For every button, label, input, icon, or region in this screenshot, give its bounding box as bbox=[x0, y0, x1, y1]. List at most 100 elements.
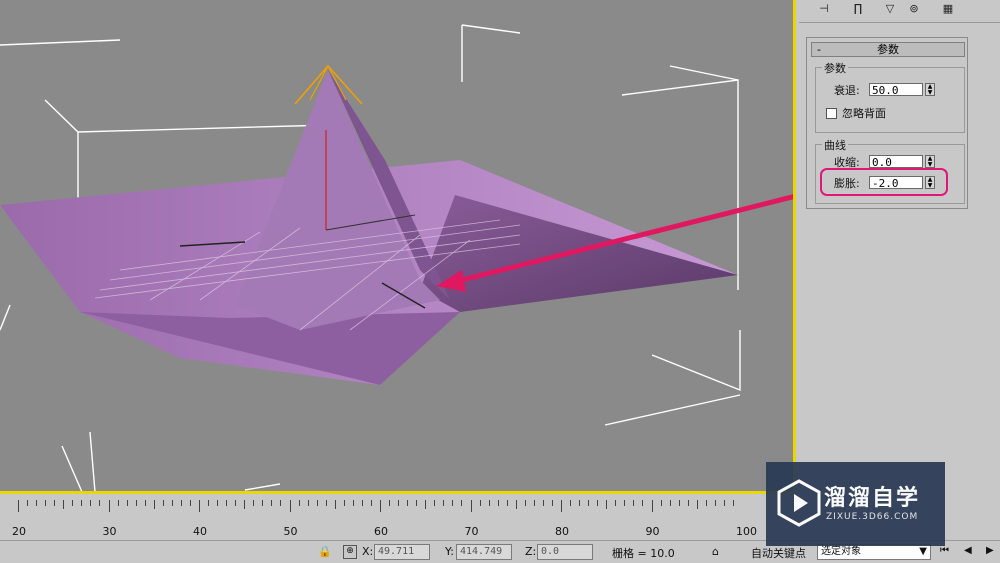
funnel-icon[interactable]: ▽ bbox=[881, 1, 899, 17]
ruler-tick bbox=[262, 500, 264, 506]
ruler-tick bbox=[669, 500, 671, 506]
ruler-tick bbox=[497, 500, 499, 506]
modifier-stack-icon[interactable]: ∏ bbox=[849, 1, 867, 17]
play-icon[interactable]: ▶ bbox=[986, 545, 994, 556]
selection-value: 选定对象 bbox=[821, 546, 861, 557]
ruler-tick bbox=[642, 500, 644, 506]
absolute-mode-icon[interactable]: ⊕ bbox=[343, 545, 357, 559]
ruler-tick bbox=[235, 500, 237, 506]
watermark: 溜溜自学 ZIXUE.3D66.COM bbox=[766, 462, 945, 546]
ruler-tick bbox=[434, 500, 436, 506]
ruler-tick bbox=[660, 500, 662, 506]
falloff-label: 衰退: bbox=[834, 84, 860, 97]
ruler-tick bbox=[542, 500, 544, 506]
ruler-label: 80 bbox=[555, 525, 569, 538]
ruler-label: 100 bbox=[736, 525, 757, 538]
ruler-tick bbox=[588, 500, 590, 506]
params-group-label: 参数 bbox=[822, 60, 848, 76]
ruler-tick bbox=[36, 500, 38, 506]
auto-key-button[interactable]: 自动关键点 bbox=[751, 545, 806, 561]
ruler-tick bbox=[389, 500, 391, 506]
ruler-label: 30 bbox=[102, 525, 117, 538]
command-panel: ⊣ ∏ ▽ ⊚ ▦ - 参数 参数 衰退: 50.0 ▲ ▼ 忽略背面 曲线 收缩… bbox=[799, 0, 1000, 538]
ruler-tick bbox=[533, 500, 535, 506]
ruler-tick bbox=[217, 500, 219, 506]
ruler-tick bbox=[171, 500, 173, 506]
ruler-tick bbox=[705, 500, 707, 506]
ruler-tick bbox=[334, 500, 336, 509]
ruler-tick bbox=[63, 500, 65, 509]
key-mode-icon[interactable]: ⌂ bbox=[712, 545, 719, 558]
ruler-tick bbox=[515, 500, 517, 509]
ruler-label: 70 bbox=[464, 525, 479, 538]
ruler-label: 20 bbox=[12, 525, 26, 538]
ignore-backface-label: 忽略背面 bbox=[842, 107, 886, 120]
pinch-spinner[interactable]: ▲ ▼ bbox=[925, 155, 935, 168]
ruler-label: 50 bbox=[283, 525, 298, 538]
watermark-title: 溜溜自学 bbox=[824, 486, 921, 511]
ruler-label: 60 bbox=[374, 525, 388, 538]
ruler-tick bbox=[723, 500, 725, 506]
pin-icon[interactable]: ⊣ bbox=[815, 1, 833, 17]
ruler-tick bbox=[597, 500, 599, 506]
ruler-tick bbox=[271, 500, 273, 506]
ruler-tick bbox=[633, 500, 635, 506]
ruler-tick bbox=[398, 500, 400, 506]
ruler-tick bbox=[352, 500, 354, 506]
ignore-backface-checkbox[interactable] bbox=[826, 108, 837, 119]
y-field[interactable]: 414.749 bbox=[456, 544, 512, 560]
ruler-tick bbox=[452, 500, 454, 506]
selection-dropdown[interactable]: 选定对象 ▼ bbox=[817, 544, 931, 560]
ruler-tick bbox=[732, 500, 734, 506]
ruler-tick bbox=[479, 500, 481, 506]
ruler-tick bbox=[144, 500, 146, 506]
ruler-tick bbox=[72, 500, 74, 506]
ruler-tick bbox=[615, 500, 617, 506]
ruler-tick bbox=[696, 500, 698, 509]
ruler-tick bbox=[108, 500, 110, 512]
ruler-tick bbox=[298, 500, 300, 506]
ruler-tick bbox=[443, 500, 445, 506]
ruler-tick bbox=[18, 500, 19, 512]
ruler-tick bbox=[606, 500, 608, 509]
falloff-spinner[interactable]: ▲ ▼ bbox=[925, 83, 935, 96]
ruler-tick bbox=[126, 500, 128, 506]
ruler-tick bbox=[407, 500, 409, 506]
prev-frame-icon[interactable]: ◀ bbox=[964, 545, 972, 556]
pinch-field[interactable]: 0.0 bbox=[869, 155, 923, 169]
ruler-tick bbox=[416, 500, 418, 506]
delete-icon[interactable]: ⊚ bbox=[905, 1, 923, 17]
ruler-tick bbox=[280, 500, 282, 506]
watermark-subtitle: ZIXUE.3D66.COM bbox=[826, 512, 919, 522]
ruler-tick bbox=[624, 500, 626, 506]
z-field[interactable]: 0.0 bbox=[537, 544, 593, 560]
ruler-tick bbox=[99, 500, 101, 506]
falloff-field[interactable]: 50.0 bbox=[869, 83, 923, 97]
ruler-tick bbox=[162, 500, 164, 506]
params-group: 参数 衰退: 50.0 ▲ ▼ 忽略背面 bbox=[815, 60, 965, 133]
chevron-down-icon: ▼ bbox=[919, 546, 927, 557]
ruler-tick bbox=[361, 500, 363, 506]
goto-start-icon[interactable]: ⏮ bbox=[940, 545, 949, 556]
ruler-tick bbox=[370, 500, 372, 506]
time-ruler[interactable]: 20 30 40 50 60 70 80 90 100 bbox=[0, 497, 796, 539]
perspective-viewport[interactable] bbox=[0, 0, 796, 494]
rollout-header[interactable]: - 参数 bbox=[811, 42, 965, 57]
ruler-label: 40 bbox=[193, 525, 207, 538]
ruler-tick bbox=[117, 500, 119, 506]
lock-icon[interactable]: 🔒 bbox=[318, 545, 332, 558]
ruler-tick bbox=[307, 500, 309, 506]
watermark-logo-icon bbox=[777, 479, 821, 527]
configure-icon[interactable]: ▦ bbox=[939, 1, 957, 17]
ruler-tick bbox=[325, 500, 327, 506]
ruler-tick bbox=[244, 500, 246, 509]
ruler-tick bbox=[687, 500, 689, 506]
bubble-highlight bbox=[820, 168, 948, 196]
ruler-tick bbox=[651, 500, 653, 512]
ruler-tick bbox=[226, 500, 228, 506]
ruler-tick bbox=[54, 500, 56, 506]
x-field[interactable]: 49.711 bbox=[374, 544, 430, 560]
ruler-tick bbox=[343, 500, 345, 506]
ruler-tick bbox=[678, 500, 680, 506]
ruler-tick bbox=[199, 500, 200, 512]
